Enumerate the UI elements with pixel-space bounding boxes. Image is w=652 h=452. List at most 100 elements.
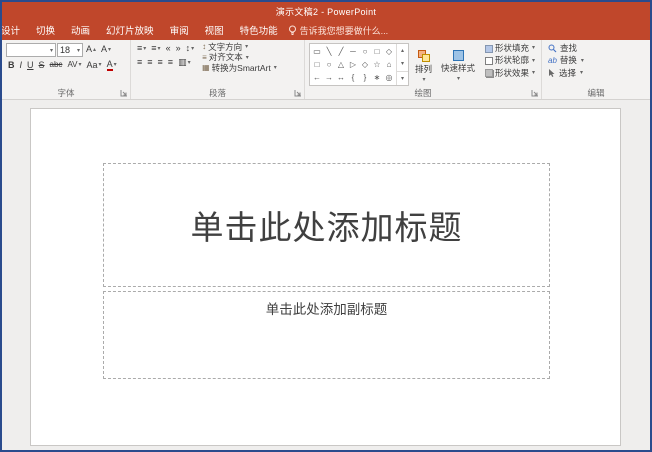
shape-icon[interactable]: △	[335, 58, 347, 71]
select-button[interactable]: 选择 ▾	[546, 68, 647, 79]
shape-effects-button[interactable]: 形状效果 ▾	[483, 68, 537, 79]
replace-button[interactable]: ab 替换 ▾	[546, 55, 647, 66]
increase-indent-button[interactable]: »	[174, 43, 183, 55]
shape-icon[interactable]: }	[359, 71, 371, 84]
tab-transitions[interactable]: 切换	[28, 20, 63, 40]
bullets-button[interactable]: ≡ ▾	[135, 43, 148, 55]
clear-formatting-button[interactable]: abc	[48, 60, 65, 71]
shape-icon[interactable]: ○	[323, 58, 335, 71]
tab-design[interactable]: 设计	[2, 20, 28, 40]
chevron-down-icon: ▾	[49, 47, 53, 54]
shape-outline-button[interactable]: 形状轮廓 ▾	[483, 55, 537, 66]
shape-icon[interactable]: ◎	[383, 71, 395, 84]
arrange-button[interactable]: 排列 ▾	[412, 43, 435, 89]
shape-icon[interactable]: ◇	[359, 58, 371, 71]
justify-button[interactable]: ≡	[166, 57, 175, 69]
tab-animations[interactable]: 动画	[63, 20, 98, 40]
character-spacing-label: AV	[67, 60, 78, 70]
caret-down-icon: ▾	[108, 46, 112, 53]
shape-icon[interactable]: {	[347, 71, 359, 84]
replace-label: 替换	[559, 55, 577, 66]
shape-fill-icon	[485, 44, 494, 53]
shape-icon[interactable]: ○	[359, 45, 371, 58]
columns-button[interactable]: ▥ ▾	[176, 57, 193, 69]
slide-canvas: 单击此处添加标题 单击此处添加副标题	[2, 100, 650, 450]
quick-styles-button[interactable]: 快速样式 ▾	[438, 43, 478, 89]
chevron-down-icon: ▾	[191, 45, 195, 52]
shape-icon[interactable]: ☆	[371, 58, 383, 71]
shape-icon[interactable]: ▷	[347, 58, 359, 71]
line-spacing-icon: ↕	[185, 43, 191, 53]
align-center-button[interactable]: ≡	[145, 57, 154, 69]
slide[interactable]: 单击此处添加标题 单击此处添加副标题	[30, 108, 621, 446]
shape-icon[interactable]: ╱	[335, 45, 347, 58]
convert-smartart-button[interactable]: ▦ 转换为SmartArt ▾	[201, 62, 278, 73]
shape-icon[interactable]: ⌂	[383, 58, 395, 71]
gallery-scroll-down-button[interactable]: ▾	[397, 57, 408, 70]
font-dialog-launcher[interactable]	[119, 88, 129, 98]
bullets-icon: ≡	[137, 43, 143, 53]
paragraph-dialog-launcher[interactable]	[293, 88, 303, 98]
title-placeholder-text: 单击此处添加标题	[190, 209, 463, 246]
shape-icon[interactable]: □	[371, 45, 383, 58]
decrease-indent-button[interactable]: «	[164, 43, 173, 55]
tell-me-box[interactable]: 告诉我您想要做什么...	[288, 24, 388, 37]
chevron-down-icon: ▾	[457, 76, 461, 82]
numbering-button[interactable]: ≡ ▾	[149, 43, 162, 55]
shape-icon[interactable]: □	[311, 58, 323, 71]
grow-font-button[interactable]: A ▴	[84, 44, 98, 56]
shape-icon[interactable]: ←	[311, 71, 323, 84]
tab-review[interactable]: 审阅	[162, 20, 197, 40]
chevron-down-icon: ▾	[580, 57, 584, 64]
font-color-label: A	[106, 59, 113, 71]
chevron-down-icon: ▾	[580, 70, 584, 77]
shape-icon[interactable]: ↔	[335, 71, 347, 84]
chevron-down-icon: ▾	[78, 62, 82, 69]
shape-outline-label: 形状轮廓	[495, 55, 530, 66]
bold-button[interactable]: B	[6, 60, 17, 72]
underline-button[interactable]: U	[25, 60, 36, 72]
chevron-down-icon: ▾	[532, 45, 536, 52]
shape-icon[interactable]: ∗	[371, 71, 383, 84]
shrink-font-button[interactable]: A ▾	[99, 44, 113, 56]
shape-fill-button[interactable]: 形状填充 ▾	[483, 43, 537, 54]
drawing-dialog-launcher[interactable]	[530, 88, 540, 98]
gallery-more-button[interactable]: ▾	[397, 70, 408, 85]
chevron-down-icon: ▾	[187, 59, 191, 66]
font-size-combo[interactable]: 18 ▾	[57, 43, 83, 57]
italic-button[interactable]: I	[18, 60, 25, 72]
title-placeholder[interactable]: 单击此处添加标题	[103, 163, 550, 287]
magnifier-icon	[548, 44, 557, 53]
shapes-gallery: ▭ ╲ ╱ ─ ○ □ ◇ □ ○ △ ▷ ◇ ☆ ⌂ ← → ↔ {} ∗ …	[309, 43, 409, 86]
align-text-button[interactable]: ≡ 对齐文本 ▾	[201, 52, 278, 62]
shape-icon[interactable]: →	[323, 71, 335, 84]
font-size-value: 18	[60, 45, 71, 55]
shape-icon[interactable]: ◇	[383, 45, 395, 58]
ribbon: ▾ 18 ▾ A ▴ A ▾ B I U S abc AV ▾ Aa ▾ A ▾…	[2, 40, 650, 100]
subtitle-placeholder[interactable]: 单击此处添加副标题	[103, 291, 550, 379]
shape-effects-icon	[485, 69, 494, 78]
align-left-button[interactable]: ≡	[135, 57, 144, 69]
tab-view[interactable]: 视图	[197, 20, 232, 40]
group-paragraph: ≡ ▾ ≡ ▾ « » ↕ ▾ ≡ ≡ ≡ ≡ ▥ ▾ ↕ 文字方向 ▾ ≡ 对…	[131, 40, 305, 99]
tab-slideshow[interactable]: 幻灯片放映	[98, 20, 162, 40]
font-color-button[interactable]: A ▾	[105, 59, 119, 72]
font-name-combo[interactable]: ▾	[6, 43, 56, 57]
smartart-icon: ▦	[202, 62, 210, 72]
shape-icon[interactable]: ─	[347, 45, 359, 58]
grow-font-label: A	[86, 44, 93, 55]
align-right-button[interactable]: ≡	[156, 57, 165, 69]
change-case-button[interactable]: Aa ▾	[85, 60, 104, 72]
tab-special-features[interactable]: 特色功能	[232, 20, 286, 40]
shape-outline-icon	[485, 57, 494, 66]
find-button[interactable]: 查找	[546, 43, 647, 54]
strikethrough-button[interactable]: S	[37, 60, 47, 72]
shape-icon[interactable]: ▭	[311, 45, 323, 58]
text-direction-button[interactable]: ↕ 文字方向 ▾	[201, 42, 278, 52]
shape-icon[interactable]: ╲	[323, 45, 335, 58]
drawing-group-label: 绘图	[414, 88, 432, 98]
gallery-scroll-up-button[interactable]: ▴	[397, 44, 408, 57]
line-spacing-button[interactable]: ↕ ▾	[184, 43, 197, 55]
window-title: 演示文稿2 - PowerPoint	[275, 6, 377, 17]
character-spacing-button[interactable]: AV ▾	[65, 60, 83, 71]
